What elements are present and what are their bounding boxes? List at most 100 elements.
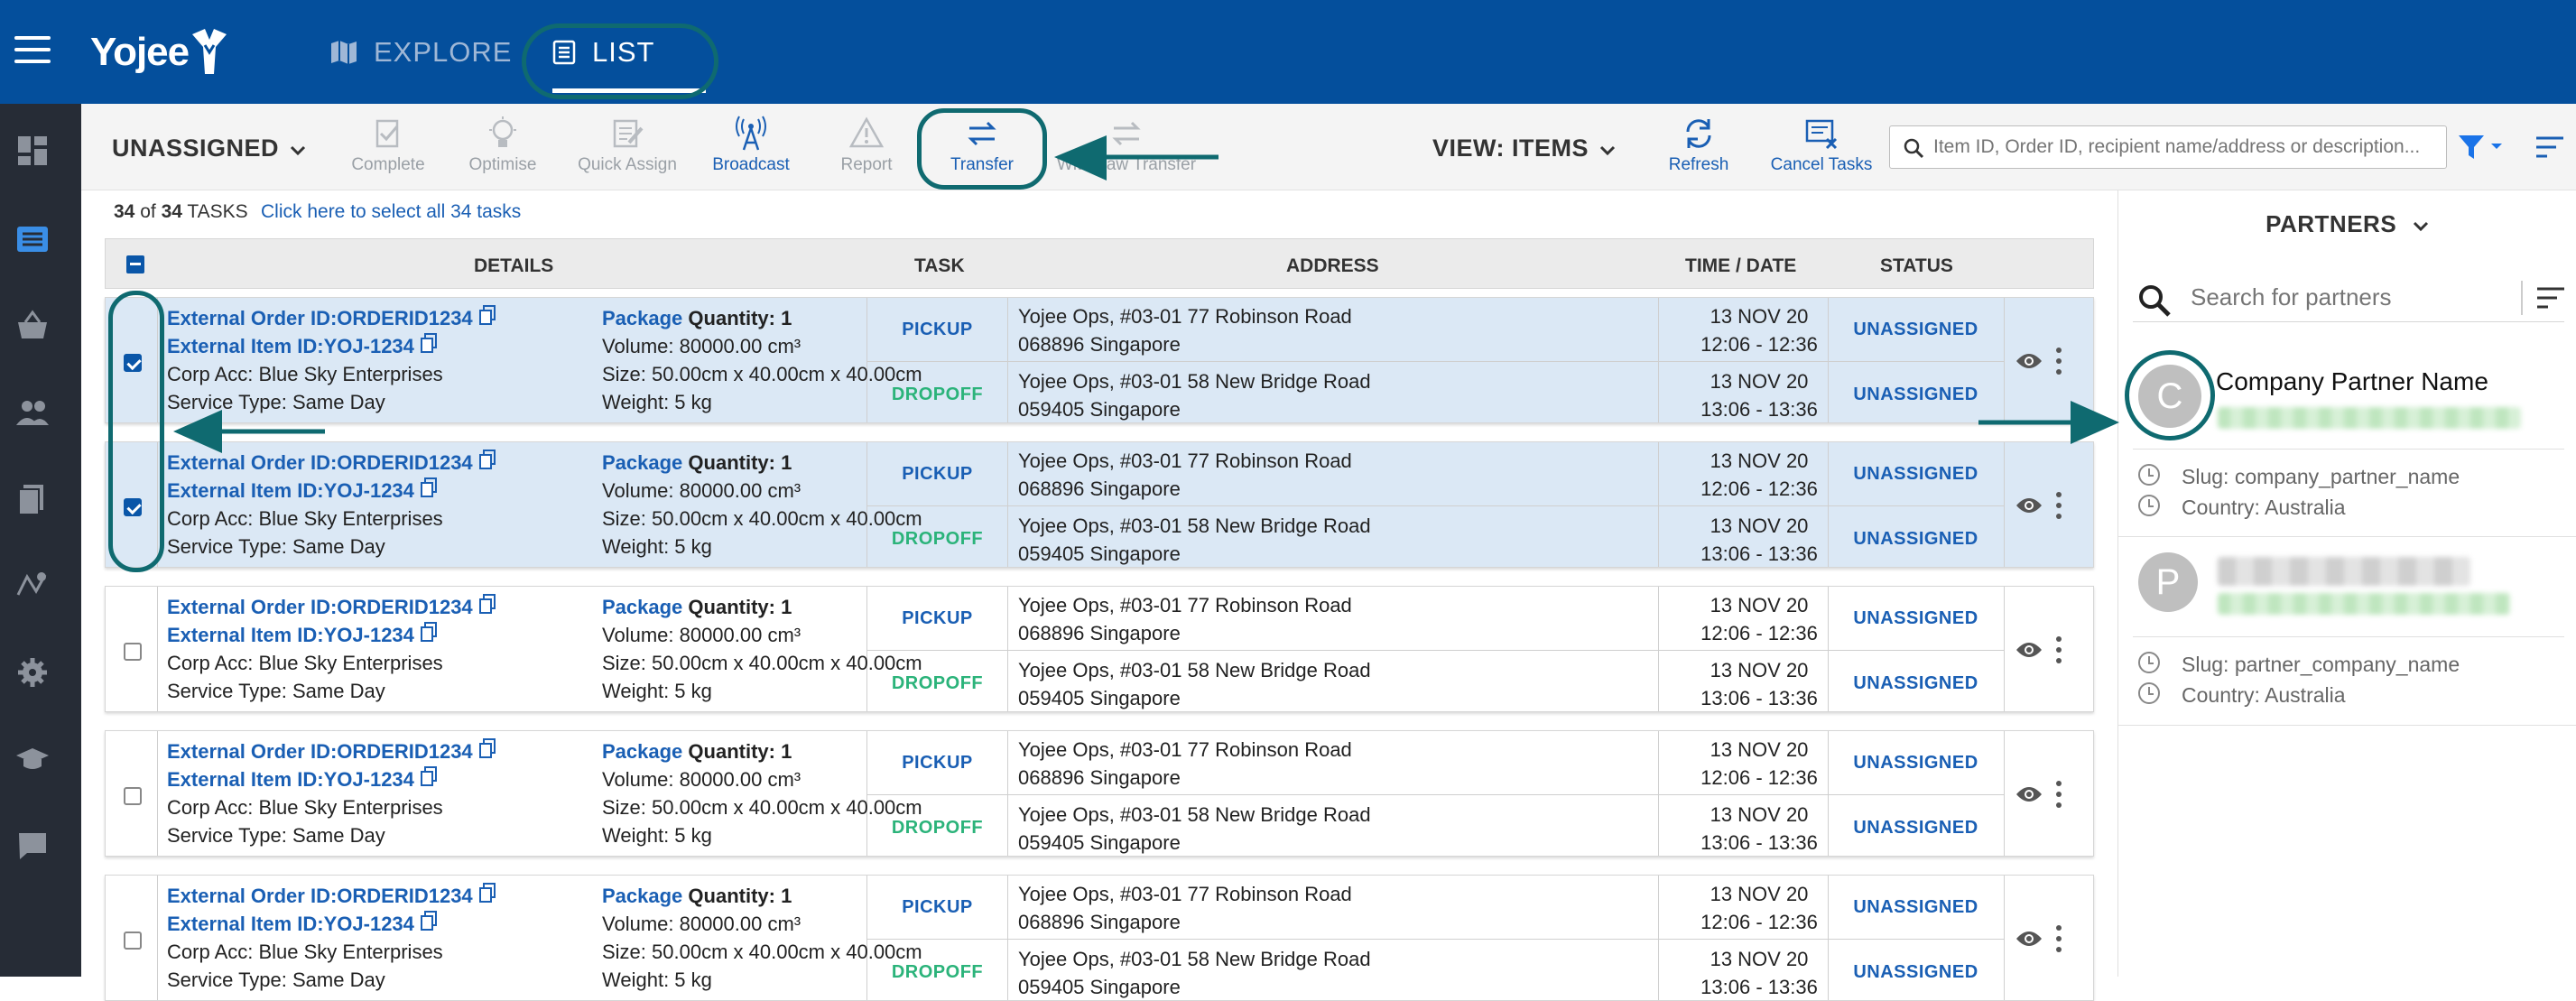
task-pickup: PICKUP bbox=[902, 464, 973, 484]
partners-dropdown[interactable]: PARTNERS bbox=[2118, 210, 2576, 238]
eye-icon[interactable] bbox=[2015, 930, 2043, 948]
eye-icon[interactable] bbox=[2015, 496, 2043, 514]
more-options-icon[interactable] bbox=[2055, 781, 2062, 808]
list-icon[interactable] bbox=[14, 221, 51, 257]
search-input[interactable] bbox=[1933, 126, 2439, 168]
address-line: Yojee Ops, #03-01 58 New Bridge Road bbox=[1018, 370, 1371, 393]
dashboard-icon[interactable] bbox=[14, 133, 51, 169]
view-items-label: VIEW: ITEMS bbox=[1432, 134, 1589, 162]
address-line: Yojee Ops, #03-01 77 Robinson Road bbox=[1018, 450, 1352, 472]
sort-icon[interactable] bbox=[2535, 286, 2566, 311]
task-dropoff: DROPOFF bbox=[891, 385, 984, 404]
corp-account: Corp Acc: Blue Sky Enterprises bbox=[167, 652, 443, 674]
copy-icon[interactable] bbox=[478, 594, 496, 614]
eye-icon[interactable] bbox=[2015, 641, 2043, 659]
sort-icon[interactable] bbox=[2534, 135, 2565, 161]
copy-icon[interactable] bbox=[420, 911, 438, 931]
table-row[interactable]: External Order ID:ORDERID1234 External I… bbox=[105, 730, 2094, 857]
pickup-address: Yojee Ops, #03-01 77 Robinson Road 068896… bbox=[1018, 880, 1352, 936]
divider bbox=[1658, 587, 1659, 711]
tab-explore-label: EXPLORE bbox=[374, 35, 513, 68]
order-id-link[interactable]: External Order ID:ORDERID1234 bbox=[167, 885, 473, 907]
divider bbox=[1658, 731, 1659, 856]
row-checkbox[interactable] bbox=[124, 643, 142, 661]
status-badge: UNASSIGNED bbox=[1853, 753, 1978, 773]
item-id-link[interactable]: External Item ID:YOJ-1234 bbox=[167, 479, 414, 502]
more-options-icon[interactable] bbox=[2055, 492, 2062, 519]
address-line: 059405 Singapore bbox=[1018, 398, 1181, 421]
chat-icon[interactable] bbox=[14, 828, 51, 864]
divider bbox=[866, 505, 2004, 506]
broadcast-button[interactable]: Broadcast bbox=[688, 116, 814, 175]
logo-text: Yojee bbox=[90, 30, 190, 74]
task-pickup: PICKUP bbox=[902, 897, 973, 917]
address-line: 059405 Singapore bbox=[1018, 831, 1181, 854]
dropoff-address: Yojee Ops, #03-01 58 New Bridge Road 0594… bbox=[1018, 512, 1371, 568]
optimise-button[interactable]: Optimise bbox=[440, 116, 566, 175]
item-id-link[interactable]: External Item ID:YOJ-1234 bbox=[167, 335, 414, 357]
table-row[interactable]: External Order ID:ORDERID1234 External I… bbox=[105, 875, 2094, 1001]
refresh-button[interactable]: Refresh bbox=[1635, 116, 1762, 175]
address-line: Yojee Ops, #03-01 58 New Bridge Road bbox=[1018, 514, 1371, 537]
row-checkbox[interactable] bbox=[124, 787, 142, 805]
school-icon[interactable] bbox=[14, 741, 51, 777]
eye-icon[interactable] bbox=[2015, 352, 2043, 370]
filter-icon[interactable] bbox=[2457, 134, 2504, 161]
highlight-ring-partner bbox=[2125, 350, 2215, 440]
package-link[interactable]: Package bbox=[602, 307, 682, 329]
package-link[interactable]: Package bbox=[602, 596, 682, 618]
divider bbox=[866, 650, 2004, 651]
select-all-link[interactable]: Click here to select all 34 tasks bbox=[261, 201, 521, 223]
status-badge: UNASSIGNED bbox=[1853, 962, 1978, 982]
view-items-dropdown[interactable]: VIEW: ITEMS bbox=[1432, 134, 1616, 162]
quick-assign-button[interactable]: Quick Assign bbox=[564, 116, 690, 175]
package-link[interactable]: Package bbox=[602, 451, 682, 474]
status-badge: UNASSIGNED bbox=[1853, 897, 1978, 917]
item-id-link[interactable]: External Item ID:YOJ-1234 bbox=[167, 768, 414, 791]
table-row[interactable]: External Order ID:ORDERID1234 External I… bbox=[105, 586, 2094, 712]
settings-icon[interactable] bbox=[14, 654, 51, 691]
copy-icon[interactable] bbox=[420, 477, 438, 497]
address-line: 059405 Singapore bbox=[1018, 542, 1181, 565]
select-all-checkbox[interactable] bbox=[126, 255, 144, 273]
complete-button[interactable]: Complete bbox=[325, 116, 451, 175]
copy-icon[interactable] bbox=[420, 766, 438, 786]
package-link[interactable]: Package bbox=[602, 885, 682, 907]
menu-icon[interactable] bbox=[14, 36, 51, 63]
copy-icon[interactable] bbox=[420, 622, 438, 642]
copy-icon[interactable] bbox=[478, 305, 496, 325]
task-pickup: PICKUP bbox=[902, 320, 973, 339]
map-pin-icon[interactable] bbox=[14, 568, 51, 604]
order-id-link[interactable]: External Order ID:ORDERID1234 bbox=[167, 740, 473, 763]
more-options-icon[interactable] bbox=[2055, 925, 2062, 952]
documents-icon[interactable] bbox=[14, 481, 51, 517]
header-status: STATUS bbox=[1880, 255, 1953, 276]
order-id-link[interactable]: External Order ID:ORDERID1234 bbox=[167, 307, 473, 329]
copy-icon[interactable] bbox=[478, 738, 496, 758]
annotation-arrow-partner bbox=[1978, 401, 2119, 444]
more-options-icon[interactable] bbox=[2055, 636, 2062, 663]
address-line: 068896 Singapore bbox=[1018, 766, 1181, 789]
copy-icon[interactable] bbox=[420, 333, 438, 353]
basket-icon[interactable] bbox=[14, 308, 51, 344]
order-id-link[interactable]: External Order ID:ORDERID1234 bbox=[167, 596, 473, 618]
item-id-link[interactable]: External Item ID:YOJ-1234 bbox=[167, 624, 414, 646]
table-row[interactable]: External Order ID:ORDERID1234 External I… bbox=[105, 441, 2094, 568]
package-link[interactable]: Package bbox=[602, 740, 682, 763]
copy-icon[interactable] bbox=[478, 450, 496, 469]
search-box bbox=[1889, 125, 2447, 169]
report-button[interactable]: Report bbox=[803, 116, 930, 175]
cancel-tasks-button[interactable]: Cancel Tasks bbox=[1758, 116, 1885, 175]
tab-explore[interactable]: EXPLORE bbox=[330, 0, 512, 104]
date: 13 NOV 20 bbox=[1710, 738, 1809, 761]
unassigned-dropdown[interactable]: UNASSIGNED bbox=[112, 134, 306, 162]
more-options-icon[interactable] bbox=[2055, 348, 2062, 375]
table-row[interactable]: External Order ID:ORDERID1234 External I… bbox=[105, 297, 2094, 423]
people-icon[interactable] bbox=[14, 394, 51, 431]
date: 13 NOV 20 bbox=[1710, 803, 1809, 826]
item-id-link[interactable]: External Item ID:YOJ-1234 bbox=[167, 913, 414, 935]
copy-icon[interactable] bbox=[478, 883, 496, 903]
row-checkbox[interactable] bbox=[124, 931, 142, 950]
partner-search-input[interactable] bbox=[2191, 279, 2488, 315]
eye-icon[interactable] bbox=[2015, 785, 2043, 803]
